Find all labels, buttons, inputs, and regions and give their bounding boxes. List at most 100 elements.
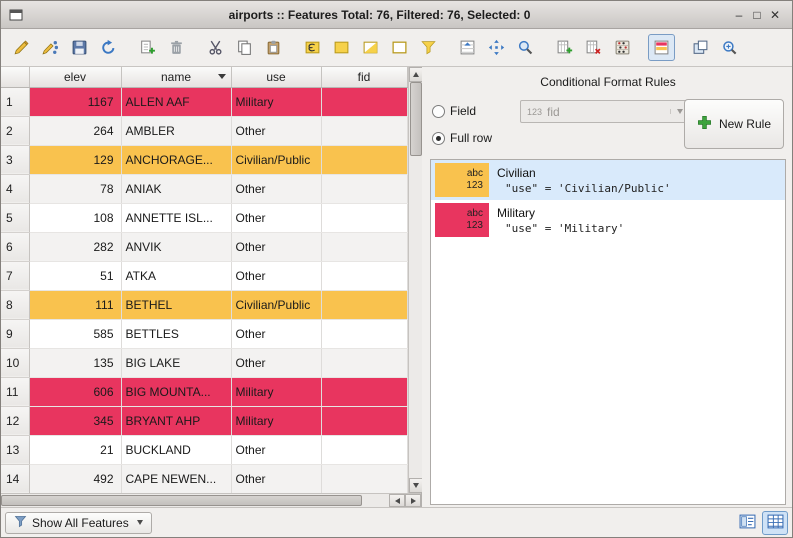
horizontal-scroll-track[interactable] — [1, 494, 389, 507]
scroll-down-button[interactable] — [409, 478, 423, 493]
cell-name[interactable]: ANNETTE ISL... — [121, 203, 231, 232]
pan-to-selection-button[interactable] — [483, 34, 510, 61]
new-rule-button[interactable]: New Rule — [684, 99, 784, 149]
scroll-up-button[interactable] — [409, 67, 423, 82]
row-number[interactable]: 14 — [1, 464, 29, 493]
cell-use[interactable]: Other — [231, 232, 321, 261]
save-edits-button[interactable] — [66, 34, 93, 61]
column-header-use[interactable]: use — [231, 67, 321, 87]
rule-item-military[interactable]: abc 123 Military "use" = 'Military' — [431, 200, 785, 240]
cell-use[interactable]: Military — [231, 87, 321, 116]
row-number[interactable]: 5 — [1, 203, 29, 232]
cell-name[interactable]: ANIAK — [121, 174, 231, 203]
cell-name[interactable]: ALLEN AAF — [121, 87, 231, 116]
cell-fid[interactable] — [321, 87, 407, 116]
cell-use[interactable]: Civilian/Public — [231, 145, 321, 174]
feature-filter-button[interactable]: Show All Features — [5, 512, 152, 534]
move-selection-top-button[interactable] — [454, 34, 481, 61]
cell-fid[interactable] — [321, 348, 407, 377]
vertical-scroll-track[interactable] — [409, 82, 423, 478]
cell-fid[interactable] — [321, 464, 407, 493]
dock-attribute-table-button[interactable] — [687, 34, 714, 61]
row-number[interactable]: 1 — [1, 87, 29, 116]
vertical-scrollbar[interactable] — [408, 67, 423, 493]
cell-elev[interactable]: 108 — [29, 203, 121, 232]
cell-use[interactable]: Military — [231, 377, 321, 406]
row-number[interactable]: 7 — [1, 261, 29, 290]
field-calculator-button[interactable] — [609, 34, 636, 61]
scroll-left-button[interactable] — [389, 494, 405, 507]
rule-item-civilian[interactable]: abc 123 Civilian "use" = 'Civilian/Publi… — [431, 160, 785, 200]
cell-fid[interactable] — [321, 377, 407, 406]
row-number[interactable]: 8 — [1, 290, 29, 319]
maximize-button[interactable]: □ — [748, 6, 766, 24]
vertical-scroll-thumb[interactable] — [410, 82, 422, 156]
cell-name[interactable]: BRYANT AHP — [121, 406, 231, 435]
cell-fid[interactable] — [321, 232, 407, 261]
reload-button[interactable] — [95, 34, 122, 61]
close-button[interactable]: ✕ — [766, 6, 784, 24]
cell-use[interactable]: Civilian/Public — [231, 290, 321, 319]
cell-name[interactable]: ANCHORAGE... — [121, 145, 231, 174]
invert-selection-button[interactable] — [357, 34, 384, 61]
cell-use[interactable]: Military — [231, 406, 321, 435]
field-radio-row[interactable]: Field — [432, 104, 476, 118]
cell-use[interactable]: Other — [231, 174, 321, 203]
cell-name[interactable]: BUCKLAND — [121, 435, 231, 464]
table-view-button[interactable] — [762, 511, 788, 535]
row-number[interactable]: 3 — [1, 145, 29, 174]
cell-use[interactable]: Other — [231, 203, 321, 232]
add-feature-button[interactable] — [134, 34, 161, 61]
cell-use[interactable]: Other — [231, 319, 321, 348]
row-number[interactable]: 2 — [1, 116, 29, 145]
cell-name[interactable]: BETTLES — [121, 319, 231, 348]
field-combobox[interactable]: 123 fid — [520, 100, 690, 123]
copy-features-button[interactable] — [231, 34, 258, 61]
cell-fid[interactable] — [321, 435, 407, 464]
paste-features-button[interactable] — [260, 34, 287, 61]
delete-selected-button[interactable] — [163, 34, 190, 61]
cell-elev[interactable]: 264 — [29, 116, 121, 145]
delete-field-button[interactable] — [580, 34, 607, 61]
cell-fid[interactable] — [321, 261, 407, 290]
column-header-fid[interactable]: fid — [321, 67, 407, 87]
form-view-button[interactable] — [734, 511, 760, 535]
row-number[interactable]: 10 — [1, 348, 29, 377]
column-header-elev[interactable]: elev — [29, 67, 121, 87]
new-field-button[interactable] — [551, 34, 578, 61]
cell-elev[interactable]: 345 — [29, 406, 121, 435]
column-header-name[interactable]: name — [121, 67, 231, 87]
row-number[interactable]: 6 — [1, 232, 29, 261]
horizontal-scroll-thumb[interactable] — [1, 495, 362, 506]
toggle-editing-button[interactable] — [8, 34, 35, 61]
cut-features-button[interactable] — [202, 34, 229, 61]
field-radio[interactable] — [432, 105, 445, 118]
cell-elev[interactable]: 492 — [29, 464, 121, 493]
cell-fid[interactable] — [321, 290, 407, 319]
cell-fid[interactable] — [321, 319, 407, 348]
cell-elev[interactable]: 21 — [29, 435, 121, 464]
cell-elev[interactable]: 129 — [29, 145, 121, 174]
full-row-radio[interactable] — [432, 132, 445, 145]
conditional-formatting-button[interactable] — [648, 34, 675, 61]
full-row-radio-row[interactable]: Full row — [432, 131, 492, 145]
cell-elev[interactable]: 135 — [29, 348, 121, 377]
row-number[interactable]: 12 — [1, 406, 29, 435]
cell-elev[interactable]: 606 — [29, 377, 121, 406]
cell-use[interactable]: Other — [231, 464, 321, 493]
deselect-all-button[interactable] — [386, 34, 413, 61]
row-number[interactable]: 9 — [1, 319, 29, 348]
cell-use[interactable]: Other — [231, 348, 321, 377]
cell-name[interactable]: ANVIK — [121, 232, 231, 261]
cell-elev[interactable]: 78 — [29, 174, 121, 203]
filter-form-button[interactable] — [415, 34, 442, 61]
cell-fid[interactable] — [321, 145, 407, 174]
cell-name[interactable]: ATKA — [121, 261, 231, 290]
cell-elev[interactable]: 1167 — [29, 87, 121, 116]
cell-elev[interactable]: 111 — [29, 290, 121, 319]
select-all-button[interactable] — [328, 34, 355, 61]
cell-fid[interactable] — [321, 174, 407, 203]
cell-elev[interactable]: 585 — [29, 319, 121, 348]
row-number[interactable]: 4 — [1, 174, 29, 203]
cell-name[interactable]: AMBLER — [121, 116, 231, 145]
